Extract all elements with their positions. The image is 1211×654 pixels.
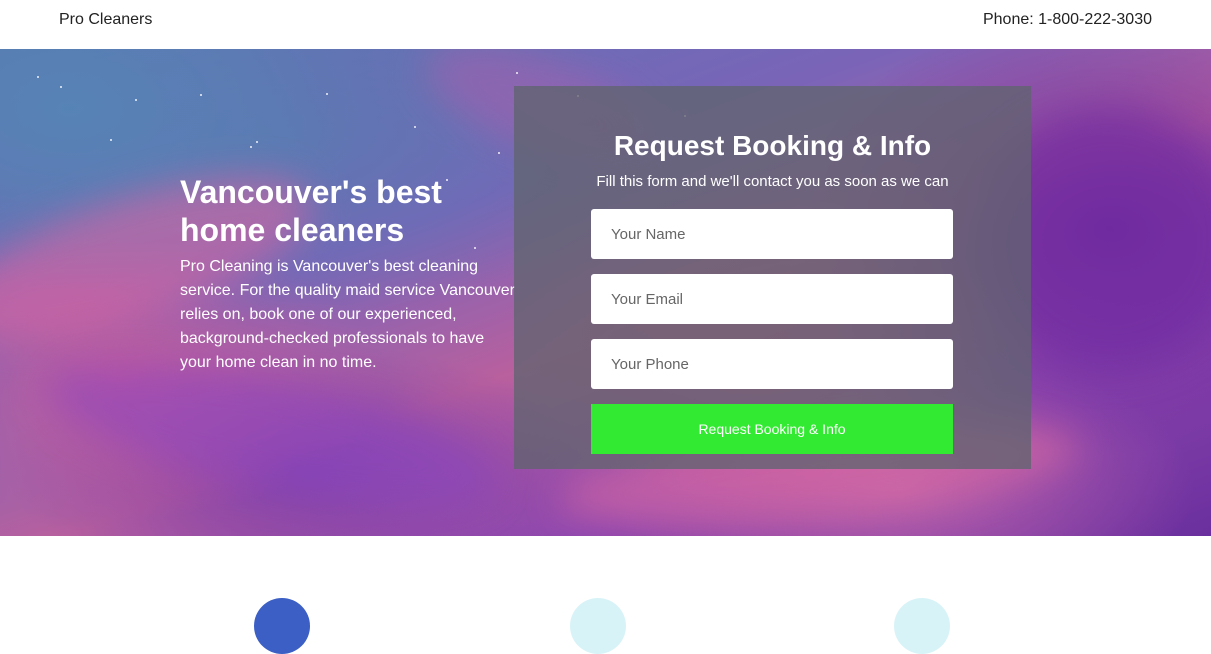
phone-number-link[interactable]: Phone: 1-800-222-3030 xyxy=(983,11,1152,29)
brand-logo-link[interactable]: Pro Cleaners xyxy=(59,11,152,29)
booking-form: Request Booking & Info Fill this form an… xyxy=(514,86,1031,469)
star-dot xyxy=(135,99,137,101)
star-dot xyxy=(414,126,416,128)
form-title: Request Booking & Info xyxy=(613,130,932,161)
hero-description: Pro Cleaning is Vancouver's best cleanin… xyxy=(180,258,515,371)
feature-icon xyxy=(570,598,626,654)
star-dot xyxy=(326,93,328,95)
star-dot xyxy=(256,141,258,143)
star-dot xyxy=(200,94,202,96)
top-navbar: Pro Cleaners Phone: 1-800-222-3030 xyxy=(0,0,1211,49)
star-dot xyxy=(516,72,518,74)
star-dot xyxy=(498,152,500,154)
email-input[interactable] xyxy=(591,274,953,324)
form-subtitle: Fill this form and we'll contact you as … xyxy=(596,173,949,190)
star-dot xyxy=(250,146,252,148)
star-dot xyxy=(60,86,62,88)
phone-input[interactable] xyxy=(591,339,953,389)
star-dot xyxy=(37,76,39,78)
star-dot xyxy=(110,139,112,141)
request-booking-button[interactable]: Request Booking & Info xyxy=(591,404,953,454)
feature-icon xyxy=(894,598,950,654)
hero-section: Vancouver's best home cleaners Pro Clean… xyxy=(0,49,1211,536)
name-input[interactable] xyxy=(591,209,953,259)
feature-icon xyxy=(254,598,310,654)
hero-heading: Vancouver's best home cleaners xyxy=(180,174,442,248)
